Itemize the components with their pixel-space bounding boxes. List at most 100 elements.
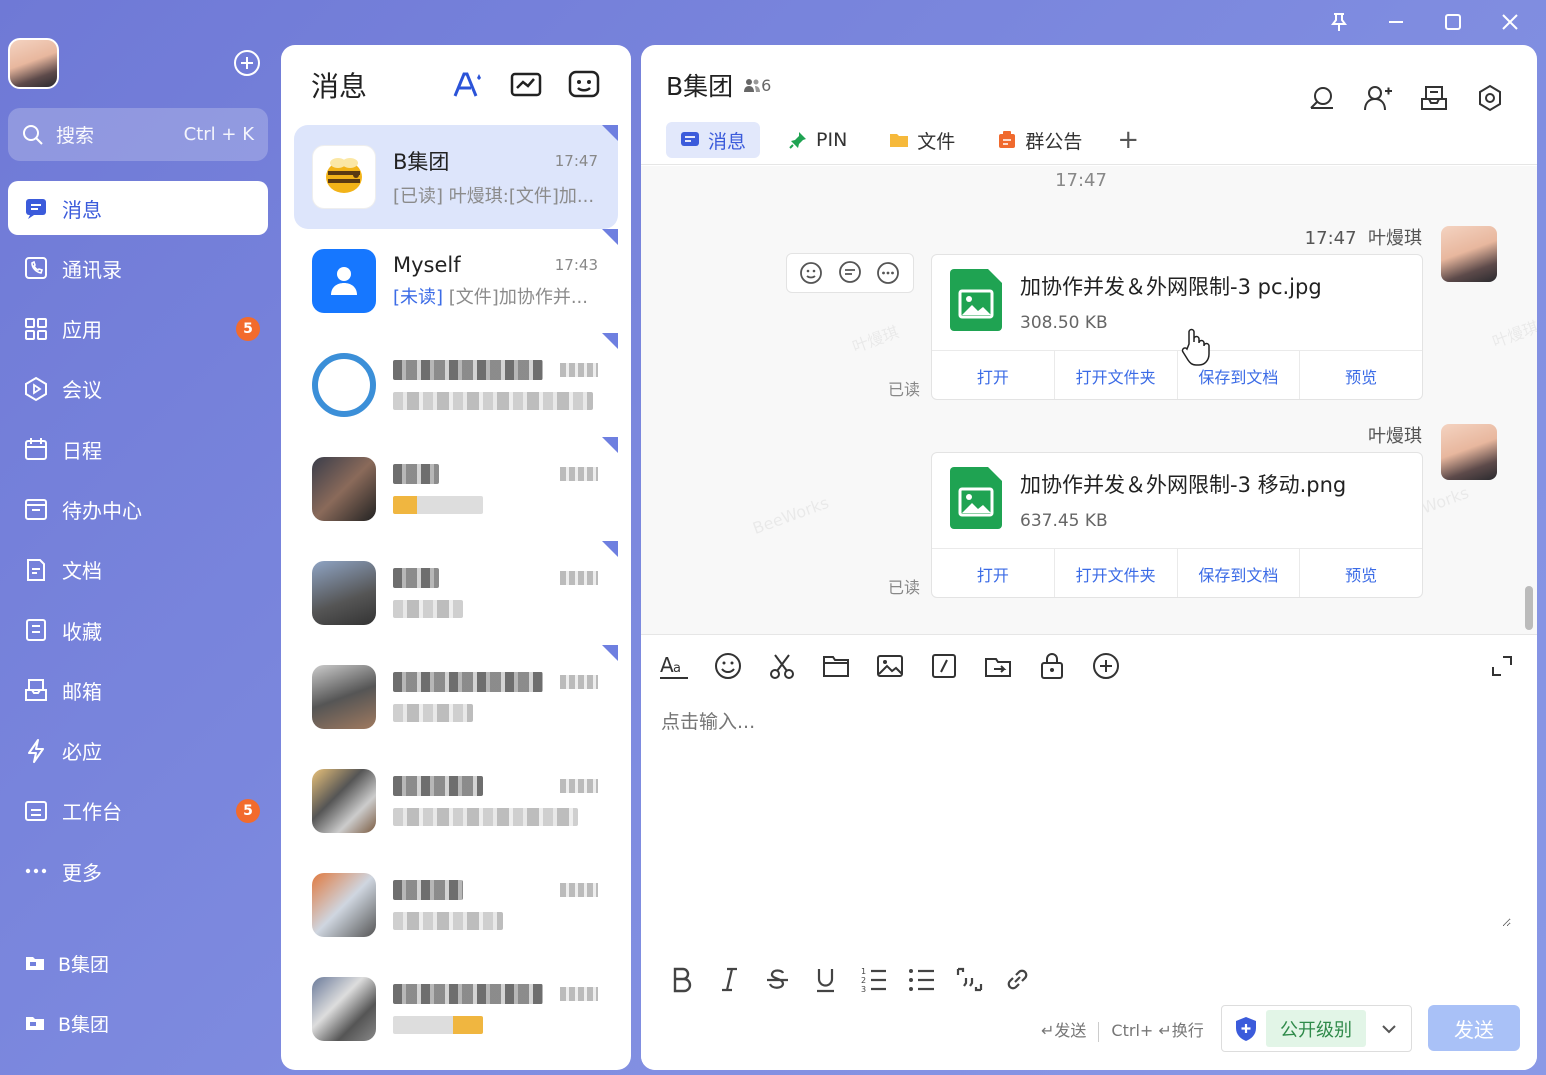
hand-cursor-icon	[1180, 328, 1210, 366]
nav-item-meeting[interactable]: 会议	[8, 362, 268, 416]
user-avatar[interactable]	[8, 38, 59, 89]
conversation-item-blurred[interactable]	[294, 541, 618, 645]
message-tab-icon	[680, 130, 700, 150]
file-card[interactable]: 加协作并发＆外网限制-3 pc.jpg 308.50 KB 打开 打开文件夹 保…	[931, 254, 1423, 400]
conversation-item-blurred[interactable]	[294, 333, 618, 437]
more-icon	[22, 857, 50, 885]
nav-item-docs[interactable]: 文档	[8, 543, 268, 597]
tab-announcement[interactable]: 群公告	[983, 122, 1096, 158]
underline-icon[interactable]	[811, 965, 840, 994]
strikethrough-icon[interactable]	[763, 965, 792, 994]
open-folder-button[interactable]: 打开文件夹	[1055, 549, 1178, 597]
pinned-group-item[interactable]: B集团	[8, 936, 268, 990]
nav-item-calendar[interactable]: 日程	[8, 422, 268, 476]
emoji-chat-icon[interactable]	[567, 68, 601, 102]
italic-icon[interactable]	[715, 965, 744, 994]
conversation-item-blurred[interactable]	[294, 853, 618, 957]
nav-label: 通讯录	[62, 257, 122, 282]
reply-icon[interactable]	[837, 260, 863, 286]
unread-badge: 5	[236, 316, 260, 341]
avatar	[312, 769, 376, 833]
preview-button[interactable]: 预览	[1300, 549, 1422, 597]
slash-command-icon[interactable]	[929, 651, 959, 681]
open-button[interactable]: 打开	[932, 549, 1055, 597]
link-icon[interactable]	[1003, 965, 1032, 994]
nav-item-more[interactable]: 更多	[8, 844, 268, 898]
pin-icon[interactable]	[1310, 10, 1367, 34]
inbox-icon[interactable]	[1419, 83, 1453, 117]
conversation-item-blurred[interactable]	[294, 957, 618, 1061]
add-reaction-icon[interactable]	[799, 260, 825, 286]
meeting-icon	[22, 375, 50, 403]
conversation-name: B集团	[393, 150, 450, 174]
add-member-icon[interactable]	[1363, 83, 1397, 117]
maximize-icon[interactable]	[1424, 10, 1481, 34]
emoji-icon[interactable]	[713, 651, 743, 681]
conversation-item-blurred[interactable]	[294, 437, 618, 541]
group-folder-icon	[24, 952, 46, 974]
conversation-item-blurred[interactable]	[294, 749, 618, 853]
text-format-icon[interactable]: Aa	[659, 651, 689, 681]
nav-item-todo[interactable]: 待办中心	[8, 482, 268, 536]
message-sender: 叶熳琪	[1368, 228, 1422, 249]
nav-item-favorites[interactable]: 收藏	[8, 603, 268, 657]
search-box[interactable]: 搜索 Ctrl + K	[8, 108, 268, 161]
bold-icon[interactable]	[667, 965, 696, 994]
message-input[interactable]	[661, 707, 1511, 927]
tab-files[interactable]: 文件	[875, 122, 969, 158]
tab-pin[interactable]: PIN	[774, 122, 861, 158]
nav-item-contacts[interactable]: 通讯录	[8, 241, 268, 295]
main-nav: 消息 通讯录 应用 5 会议 日程 待办中心 文档 收藏 邮箱 必应 工作台 5…	[8, 181, 268, 905]
nav-item-workbench[interactable]: 工作台 5	[8, 784, 268, 838]
screenshot-icon[interactable]	[767, 651, 797, 681]
scrollbar-thumb[interactable]	[1525, 586, 1533, 630]
open-folder-button[interactable]: 打开文件夹	[1055, 351, 1178, 399]
sender-avatar[interactable]	[1441, 226, 1497, 282]
ordered-list-icon[interactable]: 123	[859, 965, 888, 994]
settings-icon[interactable]	[1475, 83, 1509, 117]
add-tab-button[interactable]: +	[1110, 125, 1146, 155]
chat-window: B集团 6 消息 PIN 文件 群公告 + 叶熳琪 叶熳琪 BeeWorks B…	[641, 45, 1537, 1070]
sender-avatar[interactable]	[1441, 424, 1497, 480]
nav-item-mail[interactable]: 邮箱	[8, 663, 268, 717]
folder-icon[interactable]	[821, 651, 851, 681]
nav-item-messages[interactable]: 消息	[8, 181, 268, 235]
mail-icon	[22, 676, 50, 704]
mail-chart-icon[interactable]	[509, 68, 543, 102]
tab-messages[interactable]: 消息	[666, 122, 761, 158]
member-count[interactable]: 6	[743, 76, 771, 95]
bullet-list-icon[interactable]	[907, 965, 936, 994]
security-level-select[interactable]: 公开级别	[1221, 1005, 1412, 1052]
message-hover-toolbar	[786, 253, 914, 293]
forward-icon[interactable]	[983, 651, 1013, 681]
add-circle-icon[interactable]	[233, 49, 261, 77]
nav-label: 待办中心	[62, 498, 142, 523]
read-status: 已读	[888, 578, 921, 597]
unread-tag: [未读]	[393, 287, 444, 308]
preview-button[interactable]: 预览	[1300, 351, 1422, 399]
avatar	[312, 665, 376, 729]
pinned-group-item[interactable]: B集团	[8, 996, 268, 1050]
file-name: 加协作并发＆外网限制-3 移动.png	[1020, 473, 1347, 497]
close-icon[interactable]	[1481, 10, 1538, 34]
minimize-icon[interactable]	[1367, 10, 1424, 34]
search-placeholder: 搜索	[56, 125, 95, 147]
nav-item-apps[interactable]: 应用 5	[8, 302, 268, 356]
file-card[interactable]: 加协作并发＆外网限制-3 移动.png 637.45 KB 打开 打开文件夹 保…	[931, 452, 1423, 598]
conversation-item[interactable]: B集团 17:47 [已读] 叶熳琪:[文件]加...	[294, 125, 618, 229]
conversation-item-blurred[interactable]	[294, 645, 618, 749]
open-button[interactable]: 打开	[932, 351, 1055, 399]
avatar	[312, 873, 376, 937]
more-options-icon[interactable]	[875, 260, 901, 286]
image-icon[interactable]	[875, 651, 905, 681]
expand-editor-icon[interactable]	[1489, 653, 1515, 679]
more-add-icon[interactable]	[1091, 651, 1121, 681]
ai-icon[interactable]	[451, 68, 485, 102]
conversation-item[interactable]: Myself 17:43 [未读] [文件]加协作并...	[294, 229, 618, 333]
nav-item-bing[interactable]: 必应	[8, 724, 268, 778]
save-to-docs-button[interactable]: 保存到文档	[1178, 549, 1301, 597]
lock-icon[interactable]	[1037, 651, 1067, 681]
send-button[interactable]: 发送	[1428, 1005, 1520, 1051]
search-chat-icon[interactable]	[1307, 83, 1341, 117]
quote-icon[interactable]	[955, 965, 984, 994]
